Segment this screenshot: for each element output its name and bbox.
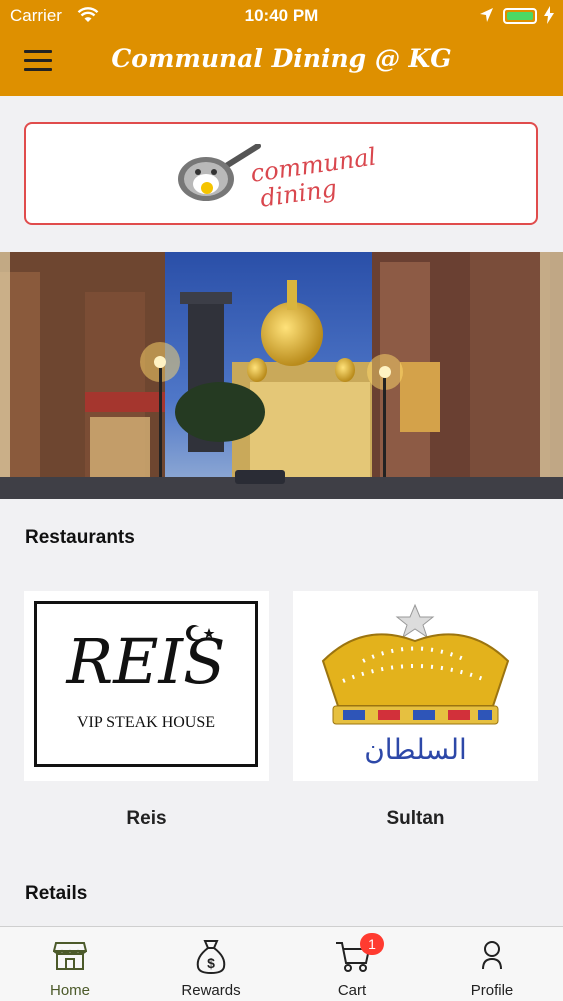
- app-header: Carrier 10:40 PM Communal Dining @ KG: [0, 0, 563, 96]
- crown-logo-icon: [321, 603, 510, 725]
- sultan-arabic-logo-text: السلطان: [364, 733, 467, 766]
- bottom-tab-bar: Home $ Rewards 1 Cart Profile: [0, 926, 563, 1001]
- page-title: Communal Dining @ KG: [111, 44, 452, 73]
- svg-text:$: $: [207, 955, 215, 971]
- brand-logo-card: communal dining: [24, 122, 538, 225]
- tab-rewards-label: Rewards: [181, 982, 241, 999]
- reis-logo: REIS VIP STEAK HOUSE: [34, 601, 258, 767]
- retails-section-title: Retails: [25, 883, 88, 904]
- battery-icon: [503, 8, 537, 24]
- person-icon: [482, 941, 502, 970]
- tab-home-label: Home: [49, 982, 90, 999]
- tab-profile-label: Profile: [470, 982, 514, 999]
- restaurant-card-reis[interactable]: REIS VIP STEAK HOUSE: [24, 591, 269, 781]
- tab-profile[interactable]: Profile: [422, 927, 562, 1001]
- restaurant-card-sultan[interactable]: السلطان: [293, 591, 538, 781]
- money-bag-icon: $: [196, 940, 226, 975]
- tab-home[interactable]: Home: [0, 927, 140, 1001]
- crescent-star-icon: [186, 625, 215, 641]
- location-arrow-icon: [480, 8, 493, 22]
- tab-cart[interactable]: 1 Cart: [282, 927, 422, 1001]
- charging-icon: [544, 6, 554, 24]
- restaurant-name-reis: Reis: [126, 808, 167, 829]
- hero-banner-image: [0, 252, 563, 499]
- tab-rewards[interactable]: $ Rewards: [141, 927, 281, 1001]
- restaurants-section-title: Restaurants: [25, 527, 135, 548]
- cart-count-badge: 1: [360, 933, 384, 955]
- store-icon: [53, 942, 87, 970]
- brand-logo-text: communal dining: [248, 142, 378, 213]
- tab-cart-label: Cart: [337, 982, 367, 999]
- status-bar: Carrier 10:40 PM: [0, 0, 563, 32]
- restaurant-name-sultan: Sultan: [386, 808, 445, 829]
